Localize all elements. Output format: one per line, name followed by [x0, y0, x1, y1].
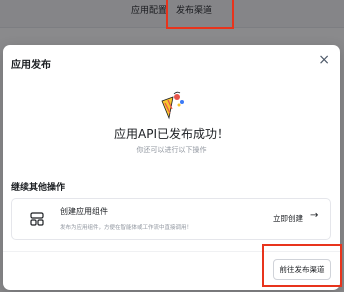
arrow-right-icon: →	[310, 210, 319, 221]
section-title: 继续其他操作	[11, 183, 66, 193]
tab-highlight-box	[166, 0, 234, 29]
close-icon[interactable]: ×	[318, 53, 330, 67]
party-popper-icon	[161, 91, 184, 120]
button-highlight-box	[262, 244, 342, 287]
card-title: 创建应用组件	[60, 207, 108, 216]
component-icon	[30, 212, 44, 226]
dialog-title: 应用发布	[11, 60, 51, 71]
card-description: 发布为应用组件，方便在智能体或工作流中直接调用！	[60, 225, 193, 231]
create-component-card[interactable]: 创建应用组件 发布为应用组件，方便在智能体或工作流中直接调用！ 立即创建 →	[11, 198, 331, 240]
create-now-button[interactable]: 立即创建	[273, 213, 303, 224]
success-title: 应用API已发布成功！	[114, 127, 229, 141]
success-subtitle: 你还可以进行以下操作	[136, 146, 207, 154]
